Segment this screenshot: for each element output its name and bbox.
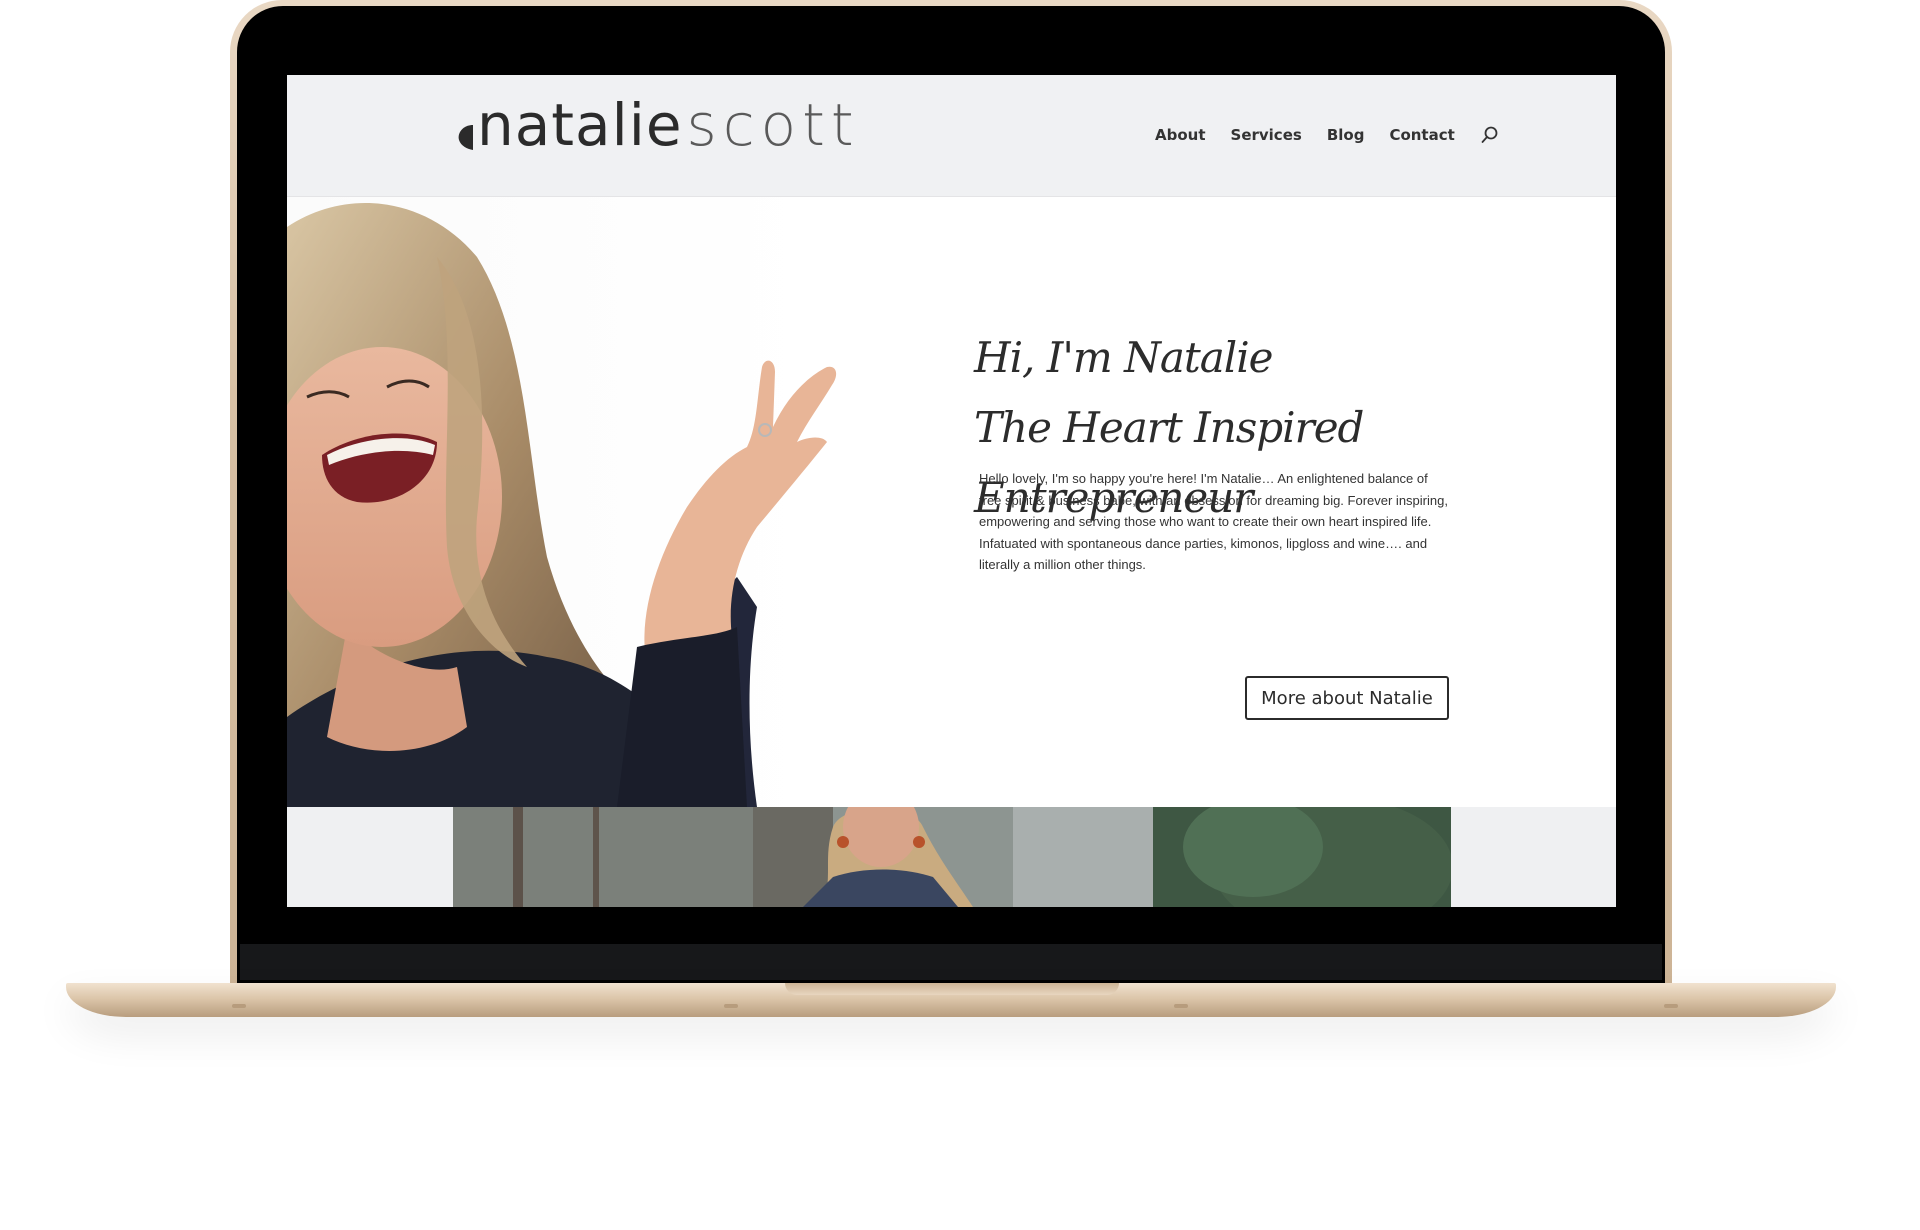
laptop-foot [1174,1004,1188,1008]
search-icon[interactable] [1480,125,1500,145]
laptop-foot [724,1004,738,1008]
site-logo[interactable]: natalie scott [457,91,860,159]
hero-photo [287,203,837,807]
nav-item-services[interactable]: Services [1231,126,1302,144]
laptop-foot [232,1004,246,1008]
nav-item-about[interactable]: About [1155,126,1206,144]
site-header: natalie scott About Services Blog Contac… [287,75,1616,197]
logo-first-name: natalie [477,91,683,159]
nav-item-blog[interactable]: Blog [1327,126,1365,144]
hero-intro-text: Hello lovely, I'm so happy you're here! … [979,471,1448,572]
secondary-photo [453,807,1451,907]
laptop-notch [785,983,1119,995]
hero-section: Hi, I'm Natalie The Heart Inspired Entre… [287,197,1616,807]
website-screen: natalie scott About Services Blog Contac… [287,75,1616,907]
heart-logo-icon [458,125,473,150]
main-nav: About Services Blog Contact [1155,125,1500,145]
logo-last-name: scott [686,91,860,159]
secondary-section [287,807,1616,907]
laptop-chin [240,944,1662,980]
nav-item-contact[interactable]: Contact [1389,126,1454,144]
laptop-foot [1664,1004,1678,1008]
headline-greeting: Hi, I'm Natalie [974,333,1274,382]
more-about-button[interactable]: More about Natalie [1245,676,1449,720]
